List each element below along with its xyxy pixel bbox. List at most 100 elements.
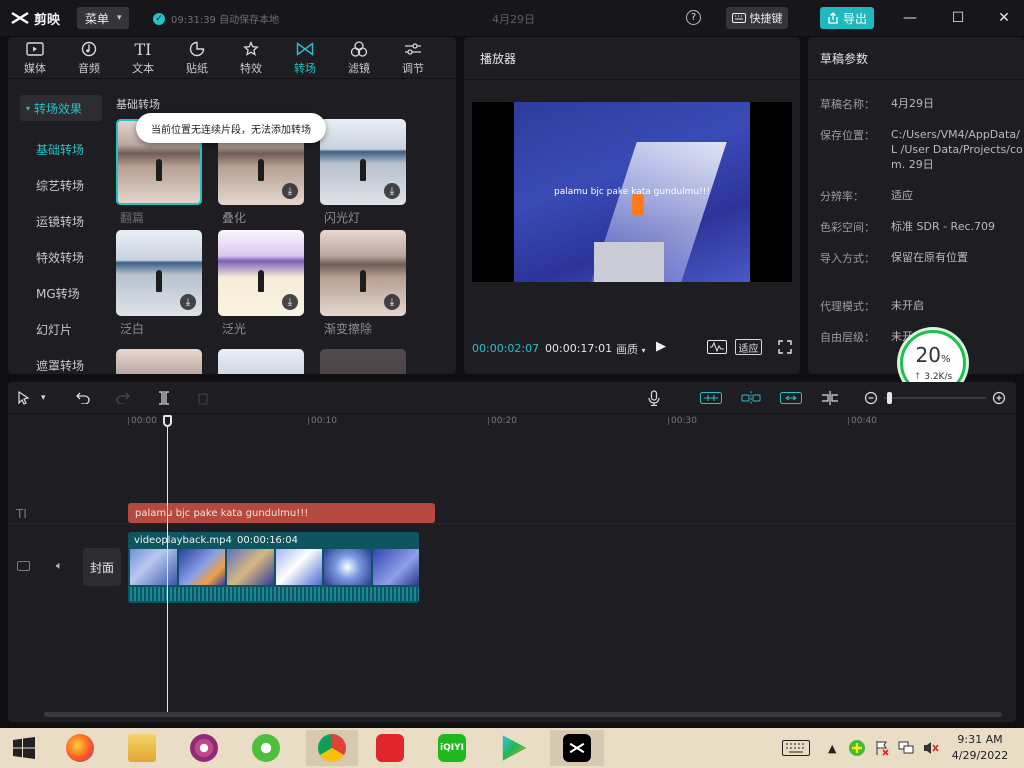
shortcut-button[interactable]: 快捷键 [726,7,788,29]
transition-thumb-row3-c[interactable] [320,349,406,374]
taskbar-app-firefox[interactable] [58,730,102,766]
chevron-down-icon[interactable]: ▾ [41,390,46,406]
tab-text[interactable]: TI 文本 [116,37,170,79]
video-player-icon [502,735,527,761]
export-button[interactable]: 导出 [820,7,874,29]
close-icon[interactable]: ✕ [992,6,1016,30]
tab-audio[interactable]: 音频 [62,37,116,79]
start-button[interactable] [2,730,46,766]
preview-axis-icon[interactable] [821,390,839,406]
shortcut-label: 快捷键 [749,12,783,25]
no-clip-tooltip: 当前位置无连续片段，无法添加转场 [136,113,326,143]
taskbar-app-netease-music[interactable] [368,730,412,766]
taskbar-app-file-explorer[interactable] [120,730,164,766]
chevron-down-icon: ▾ [117,13,122,23]
category-item-variety[interactable]: 综艺转场 [36,177,84,194]
video-clip[interactable]: videoplayback.mp4 00:00:16:04 [128,532,419,603]
transition-thumb-gradient-wipe[interactable]: ⤓ [320,230,406,316]
transition-thumb-row3-a[interactable] [116,349,202,374]
category-item-mg[interactable]: MG转场 [36,285,80,302]
player-panel: 播放器 palamu bjc pake kata gundulmu!!! 00:… [464,37,800,374]
tab-transition[interactable]: 转场 [278,37,332,79]
menu-button[interactable]: 菜单 ▾ [77,7,129,29]
total-timecode: 00:00:17:01 [545,342,613,355]
fullscreen-icon[interactable] [778,339,792,355]
transition-label-dissolve: 叠化 [222,211,247,225]
ruler-label: 00:30 [671,416,697,426]
netease-music-icon [376,734,404,762]
zoom-out-icon[interactable] [864,390,878,406]
horizontal-scrollbar[interactable] [44,712,1002,717]
tab-media[interactable]: 媒体 [8,37,62,79]
zoom-slider-handle[interactable] [887,392,892,404]
tab-filter[interactable]: 滤镜 [332,37,386,79]
playhead-line[interactable] [167,415,168,712]
transition-thumb-row3-b[interactable] [218,349,304,374]
maximize-icon[interactable]: ☐ [946,6,970,30]
auto-snap-icon[interactable] [740,390,762,406]
category-item-basic[interactable]: 基础转场 [36,141,84,158]
download-icon[interactable]: ⤓ [384,294,400,310]
category-item-effect[interactable]: 特效转场 [36,249,84,266]
on-screen-keyboard-icon[interactable] [782,738,810,758]
download-icon[interactable]: ⤓ [180,294,196,310]
undo-icon[interactable] [76,390,90,406]
taskbar-app-iqiyi[interactable]: iQIYI [430,730,474,766]
text-clip[interactable]: palamu bjc pake kata gundulmu!!! [128,503,435,523]
taskbar-app-capcut[interactable] [550,730,604,766]
tray-expand-icon[interactable]: ▲ [828,738,836,758]
select-pointer-icon[interactable] [18,390,30,406]
microphone-icon[interactable] [648,390,660,406]
transition-thumb-whiteout[interactable]: ⤓ [116,230,202,316]
fit-ratio-button[interactable]: 适应 [735,339,762,355]
download-icon[interactable]: ⤓ [282,294,298,310]
zoom-in-icon[interactable] [992,390,1006,406]
tab-effects[interactable]: 特效 [224,37,278,79]
firefox-icon [66,734,94,762]
360-browser-icon [252,734,280,762]
main-track-magnet-icon[interactable] [700,390,722,406]
play-icon[interactable]: ▶ [656,339,670,355]
waveform-icon[interactable] [707,339,727,355]
category-header[interactable]: ▾ 转场效果 [20,95,102,121]
tray-network-icon[interactable] [898,738,916,758]
taskbar-app-media-player[interactable] [182,730,226,766]
taskbar-clock[interactable]: 9:31 AM 4/29/2022 [948,732,1012,764]
tray-volume-muted-icon[interactable] [922,738,940,758]
tab-adjust[interactable]: 调节 [386,37,440,79]
time-ruler[interactable]: 00:00 00:10 00:20 00:30 00:40 [8,414,1016,432]
caret-down-icon: ▾ [26,103,31,113]
iqiyi-icon: iQIYI [438,734,466,762]
tray-security-icon[interactable] [848,738,866,758]
silhouette-image [156,159,162,181]
speaker-icon[interactable]: 🔈︎ [56,559,63,573]
download-icon[interactable]: ⤓ [282,183,298,199]
split-icon[interactable] [158,390,170,406]
category-item-slideshow[interactable]: 幻灯片 [36,321,72,338]
keyboard-icon [731,13,746,23]
cover-button[interactable]: 封面 [83,548,121,586]
prop-label-proxy: 代理模式： [820,300,875,313]
playhead-handle[interactable] [163,415,172,427]
adjust-icon [404,40,422,58]
zoom-slider-track[interactable] [884,397,986,399]
help-icon[interactable]: ? [686,10,701,25]
video-preview[interactable]: palamu bjc pake kata gundulmu!!! [472,102,792,282]
category-item-camera[interactable]: 运镜转场 [36,213,84,230]
taskbar-app-chrome[interactable] [306,730,358,766]
autosave-text: 09:31:39 自动保存本地 [171,15,280,26]
ruler-label: 00:40 [851,416,877,426]
transition-thumb-flash[interactable]: ⤓ [320,119,406,205]
download-icon[interactable]: ⤓ [384,183,400,199]
linkage-icon[interactable] [780,390,802,406]
taskbar-app-360-browser[interactable] [244,730,288,766]
quality-dropdown[interactable]: 画质 ▾ [616,341,646,357]
category-item-mask[interactable]: 遮罩转场 [36,357,84,374]
tray-flag-icon[interactable] [874,738,890,758]
minimize-icon[interactable]: — [898,6,922,30]
tab-sticker[interactable]: 贴纸 [170,37,224,79]
timeline-toolbar: ▾ [8,382,1016,414]
taskbar-app-video-player[interactable] [492,730,536,766]
transition-thumb-glow[interactable]: ⤓ [218,230,304,316]
prop-value-proxy: 未开启 [891,299,924,312]
